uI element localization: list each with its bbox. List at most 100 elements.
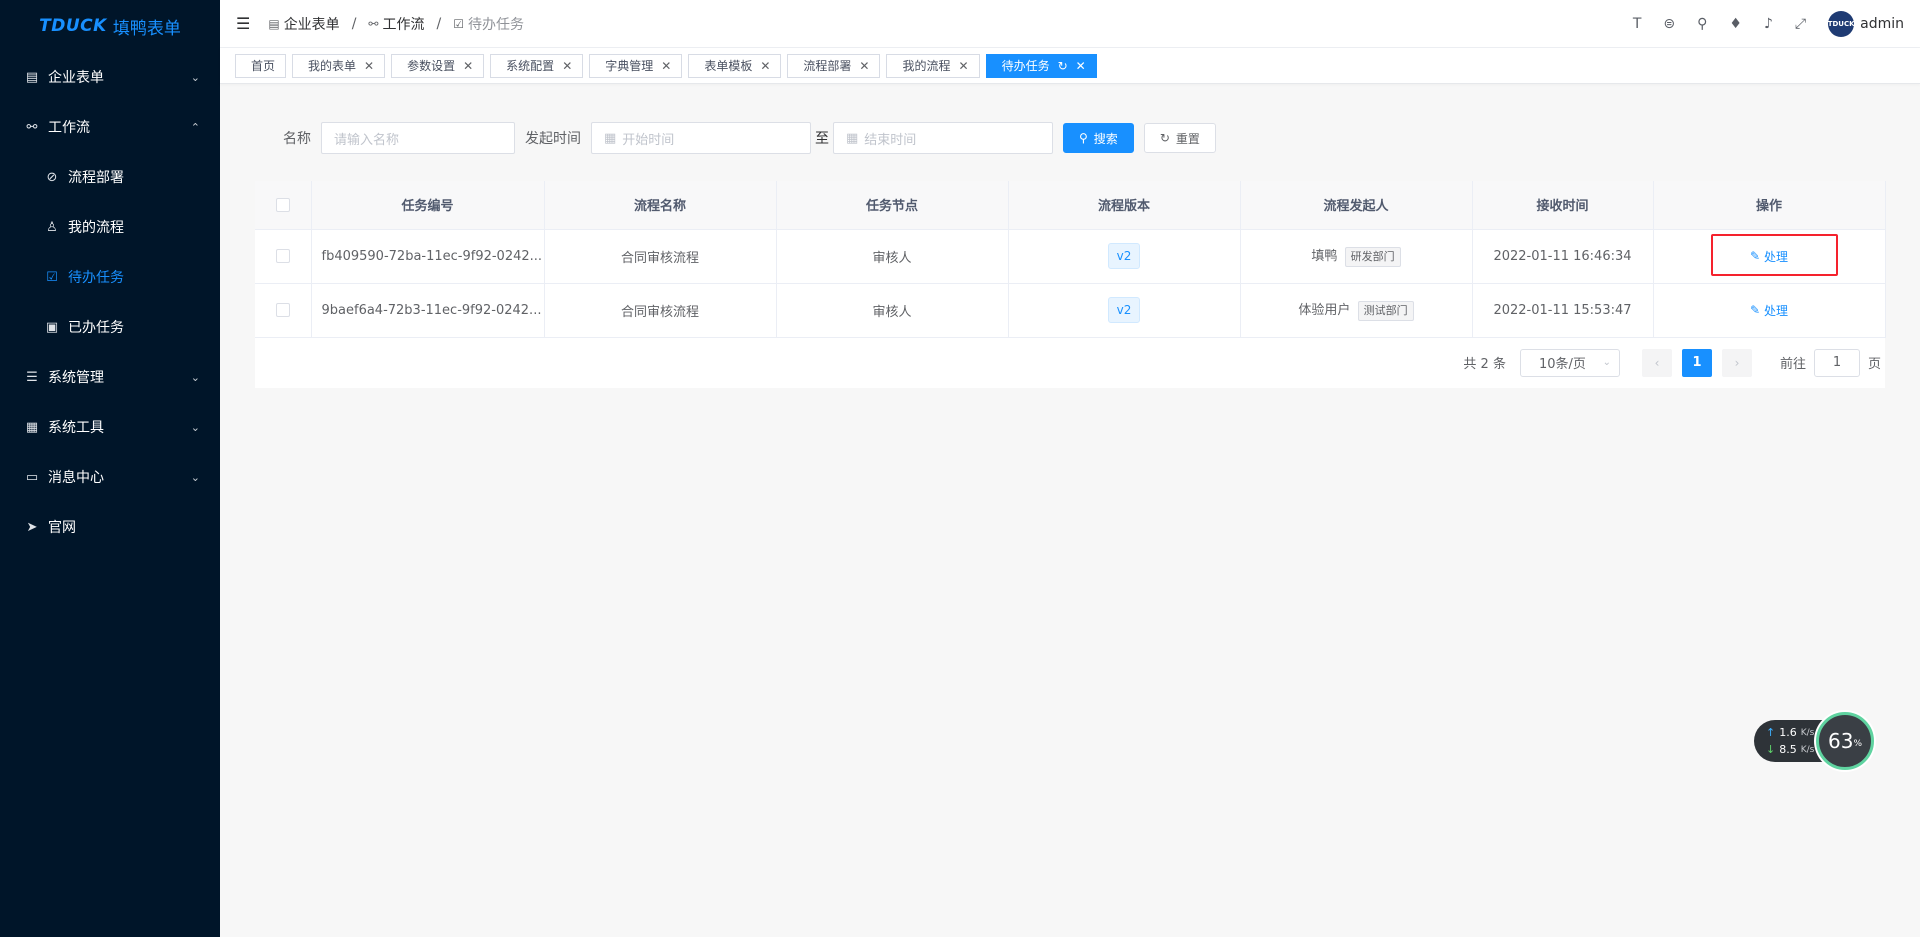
network-speed-widget[interactable]: ↑ 1.6 K/s ↓ 8.5 K/s 63% [1754,712,1874,770]
search-icon: ⚲ [1079,131,1088,145]
annotation-highlight-box [1711,234,1838,276]
tag-my-flow[interactable]: 我的流程 ✕ [886,53,980,78]
sidebar-item-website[interactable]: ➤ 官网 [0,502,220,552]
range-separator: 至 [815,131,829,147]
header-operation: 操作 [1653,181,1886,230]
chevron-down-icon: ⌄ [190,70,200,84]
close-icon[interactable]: ✕ [959,59,969,73]
search-icon[interactable]: ⚲ [1697,16,1707,32]
download-speed: ↓ 8.5 K/s [1766,743,1814,756]
user-menu[interactable]: TDUCK admin [1828,11,1904,37]
arrow-up-icon: ↑ [1766,726,1776,739]
task-node-cell: 审核人 [776,229,1009,284]
close-icon[interactable]: ✕ [364,59,374,73]
tags-view: 首页 我的表单 ✕ 参数设置 ✕ 系统配置 ✕ 字典管理 ✕ 表单模板 ✕ 流程… [220,48,1920,84]
process-button-label: 处理 [1764,303,1789,318]
end-placeholder: 结束时间 [864,132,917,148]
header-task-id: 任务编号 [311,181,545,230]
chevron-down-icon: ⌄ [190,470,200,484]
start-date-input[interactable]: ▦ 开始时间 [591,122,811,154]
refresh-icon: ↻ [1159,131,1170,145]
prev-page-button[interactable]: ‹ [1641,348,1672,377]
checkbox-icon: ☑ [46,269,58,285]
receive-time-cell: 2022-01-11 16:46:34 [1472,229,1654,284]
start-time-label: 发起时间 [525,131,581,147]
document-icon: ▣ [45,319,59,335]
tag-label: 表单模板 [704,59,753,73]
tag-flow-deploy[interactable]: 流程部署 ✕ [787,53,881,78]
tag-system-config[interactable]: 系统配置 ✕ [490,53,584,78]
calendar-icon: ▦ [604,130,617,146]
sidebar-item-enterprise-form[interactable]: ▤ 企业表单 ⌄ [0,52,220,102]
close-icon[interactable]: ✕ [1076,59,1086,73]
tag-params[interactable]: 参数设置 ✕ [391,53,485,78]
goto-page: 前往 1 页 [1779,348,1881,377]
tag-form-template[interactable]: 表单模板 ✕ [688,53,782,78]
sidebar-item-label: 系统管理 [48,370,104,386]
sidebar-item-done-task[interactable]: ▣ 已办任务 [0,302,220,352]
breadcrumb-label: 待办任务 [467,16,524,33]
close-icon[interactable]: ✕ [859,59,869,73]
tag-todo-task[interactable]: 待办任务 ↻ ✕ [985,53,1097,78]
hamburger-icon[interactable]: ☰ [236,14,250,33]
select-all-checkbox[interactable] [275,197,290,212]
reset-button[interactable]: ↻ 重置 [1143,123,1216,153]
sidebar-item-flow-deploy[interactable]: ⊘ 流程部署 [0,152,220,202]
close-icon[interactable]: ✕ [661,59,671,73]
workflow-icon: ⚯ [26,119,38,135]
goto-label: 前往 [1779,357,1806,372]
row-checkbox[interactable] [275,303,290,317]
page-number-current[interactable]: 1 [1681,348,1712,377]
tag-my-forms[interactable]: 我的表单 ✕ [292,53,386,78]
clipboard-icon: ▤ [268,16,280,31]
close-icon[interactable]: ✕ [463,59,473,73]
process-button[interactable]: ✎ 处理 [1750,302,1788,319]
sidebar-item-workflow[interactable]: ⚯ 工作流 ⌃ [0,102,220,152]
end-date-input[interactable]: ▦ 结束时间 [833,122,1053,154]
sidebar-item-label: 我的流程 [68,220,124,236]
breadcrumb-item[interactable]: ⚯ 工作流 [368,14,424,34]
fullscreen-icon[interactable]: ⤢ [1795,16,1806,32]
task-table: 任务编号 流程名称 任务节点 流程版本 流程发起人 接收时间 操作 fb4095… [255,181,1886,388]
edit-icon: ✎ [1749,303,1761,317]
next-page-button[interactable]: › [1721,348,1752,377]
close-icon[interactable]: ✕ [562,59,572,73]
page-unit-label: 页 [1867,357,1881,372]
sidebar-item-message-center[interactable]: ▭ 消息中心 ⌄ [0,452,220,502]
name-label: 名称 [283,131,311,147]
sidebar-item-todo-task[interactable]: ☑ 待办任务 [0,252,220,302]
sidebar-item-label: 消息中心 [48,470,104,486]
sidebar-item-system-manage[interactable]: ☰ 系统管理 ⌄ [0,352,220,402]
page-size-select[interactable]: 10条/页 ⌄ [1519,348,1620,377]
calendar-icon: ▦ [846,130,859,146]
username: admin [1860,16,1904,32]
goto-page-input[interactable]: 1 [1813,348,1860,377]
github-icon[interactable]: ⊜ [1663,16,1675,32]
theme-icon[interactable]: ♦ [1729,16,1742,32]
refresh-icon[interactable]: ↻ [1058,59,1068,73]
name-placeholder: 请输入名称 [334,132,400,148]
sidebar-item-label: 企业表单 [48,70,104,86]
starter-cell: 填鸭 研发部门 [1240,229,1473,284]
sidebar-item-label: 工作流 [48,120,90,136]
table-header-row: 任务编号 流程名称 任务节点 流程版本 流程发起人 接收时间 操作 [255,181,1886,230]
tag-dict-manage[interactable]: 字典管理 ✕ [589,53,683,78]
row-checkbox[interactable] [275,249,290,263]
table-row: fb409590-72ba-11ec-9f92-0242... 合同审核流程 审… [255,229,1886,284]
pagination-total: 共 2 条 [1463,357,1506,372]
sidebar-item-system-tools[interactable]: ▦ 系统工具 ⌄ [0,402,220,452]
row-select-cell [255,229,312,284]
breadcrumb-item[interactable]: ▤ 企业表单 [268,14,339,34]
name-input[interactable]: 请输入名称 [321,122,515,154]
breadcrumb-label: 工作流 [382,16,425,33]
tag-home[interactable]: 首页 [235,53,287,78]
bell-icon[interactable]: ♪ [1764,16,1773,32]
search-button[interactable]: ⚲ 搜索 [1063,123,1134,153]
font-size-icon[interactable]: T [1633,16,1642,32]
close-icon[interactable]: ✕ [760,59,770,73]
chevron-up-icon: ⌃ [190,120,200,134]
top-navbar: ☰ ▤ 企业表单 / ⚯ 工作流 / ☑ 待办任务 T ⊜ ⚲ ♦ ♪ ⤢ TD… [220,0,1920,48]
usage-percent: 63 [1827,729,1854,753]
sidebar-item-my-flow[interactable]: ♙ 我的流程 [0,202,220,252]
app-logo[interactable]: TDUCK 填鸭表单 [0,0,220,52]
